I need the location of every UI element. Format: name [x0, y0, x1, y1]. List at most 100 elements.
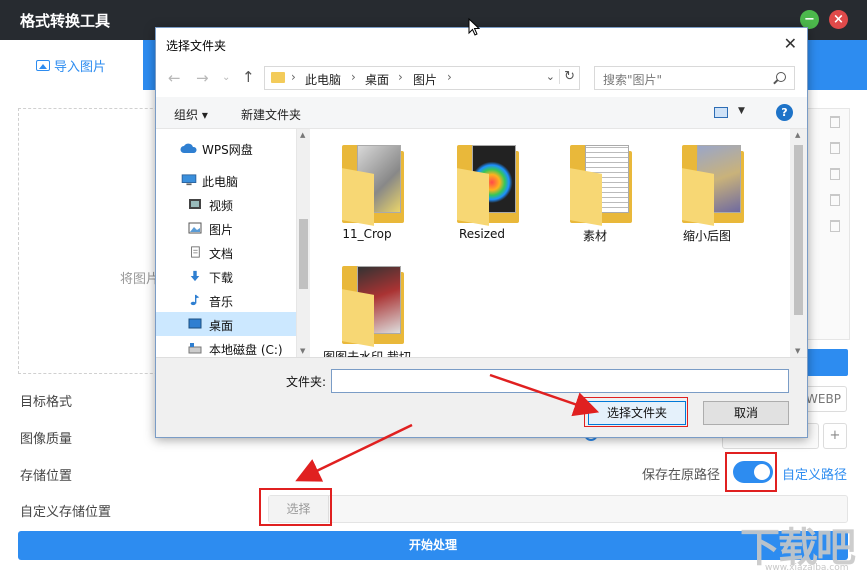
breadcrumb-item[interactable]: 桌面 [365, 71, 389, 88]
files-scrollbar[interactable]: ▲ ▼ [790, 129, 807, 357]
folder-item[interactable]: 缩小后图 [657, 141, 757, 251]
folder-item[interactable]: 素材 [545, 141, 645, 251]
address-row: ← → ⌄ ↑ › 此电脑 › 桌面 › 图片 › ⌄ ↻ 搜索"图片" [156, 63, 807, 93]
video-icon [189, 199, 201, 209]
scroll-up-icon[interactable]: ▲ [795, 131, 800, 139]
nav-item-label: 音乐 [209, 295, 234, 309]
scroll-thumb[interactable] [299, 219, 308, 289]
delete-icon[interactable] [830, 142, 840, 154]
import-images-label: 导入图片 [54, 60, 107, 75]
picture-icon [188, 222, 202, 234]
nav-item-music[interactable]: 音乐 [156, 288, 296, 312]
view-mode-icon[interactable] [714, 107, 728, 118]
delete-icon[interactable] [830, 220, 840, 232]
cancel-button[interactable]: 取消 [703, 401, 789, 425]
scroll-thumb[interactable] [794, 145, 803, 315]
music-icon [190, 294, 200, 306]
folder-item[interactable]: Resized [432, 141, 532, 251]
chevron-down-icon[interactable]: ⌄ [546, 70, 555, 83]
breadcrumb-item[interactable]: 此电脑 [305, 71, 341, 88]
back-arrow-icon[interactable]: ← [168, 69, 181, 87]
nav-item-label: 此电脑 [202, 175, 239, 189]
help-icon[interactable]: ? [776, 104, 793, 121]
scroll-down-icon[interactable]: ▼ [300, 347, 305, 355]
search-input[interactable]: 搜索"图片" [594, 66, 795, 90]
up-arrow-icon[interactable]: ↑ [242, 68, 255, 86]
folder-item[interactable]: 11_Crop [317, 141, 417, 251]
scroll-up-icon[interactable]: ▲ [300, 131, 305, 139]
search-icon [776, 72, 786, 82]
dialog-title: 选择文件夹 [166, 39, 227, 53]
folder-icon-front [342, 168, 374, 226]
import-images-tab[interactable]: 导入图片 [36, 56, 106, 75]
dialog-close-button[interactable]: ✕ [784, 34, 797, 53]
folder-name: 图图去水印 裁切 [323, 350, 411, 357]
command-bar: 组织 ▾ 新建文件夹 ▼ ? [156, 97, 807, 129]
folder-icon-front [682, 168, 714, 226]
highlight-toggle [725, 452, 777, 492]
nav-item-label: WPS网盘 [202, 143, 253, 157]
nav-item-label: 下载 [209, 271, 234, 285]
chevron-right-icon: › [351, 70, 356, 84]
nav-item-label: 桌面 [209, 319, 234, 333]
drop-hint: 将图片 [120, 272, 160, 287]
desktop-icon [188, 318, 202, 329]
address-bar[interactable]: › 此电脑 › 桌面 › 图片 › ⌄ ↻ [264, 66, 580, 90]
folder-name: 缩小后图 [682, 229, 731, 243]
refresh-icon[interactable]: ↻ [559, 69, 575, 84]
nav-item-wps-cloud[interactable]: WPS网盘 [156, 136, 296, 160]
nav-item-downloads[interactable]: 下载 [156, 264, 296, 288]
nav-scrollbar[interactable]: ▲ ▼ [296, 129, 310, 357]
nav-item-label: 本地磁盘 (C:) [209, 343, 283, 357]
custom-path-link[interactable]: 自定义路径 [782, 464, 847, 483]
nav-item-documents[interactable]: 文档 [156, 240, 296, 264]
app-title: 格式转换工具 [20, 12, 111, 30]
breadcrumb-item[interactable]: 图片 [413, 71, 437, 88]
chevron-right-icon: › [447, 70, 452, 84]
folder-icon-front [457, 168, 489, 226]
folder-icon [271, 72, 285, 83]
delete-icon[interactable] [830, 168, 840, 180]
search-placeholder: 搜索"图片" [603, 73, 663, 87]
folder-icon-front [570, 168, 602, 226]
file-list-panel [805, 108, 850, 340]
highlight-choose-button [259, 488, 332, 526]
recent-dropdown-icon[interactable]: ⌄ [222, 72, 230, 83]
chevron-right-icon: › [291, 70, 296, 84]
close-app-button[interactable]: × [829, 10, 848, 29]
nav-item-pictures[interactable]: 图片 [156, 216, 296, 240]
quality-label: 图像质量 [20, 432, 73, 447]
folder-name: Resized [458, 227, 506, 241]
computer-icon [181, 174, 197, 186]
navigation-pane: WPS网盘 此电脑 视频 图片 文档 下载 音乐 桌面 本地磁盘 (C:) [156, 129, 296, 357]
nav-item-this-pc[interactable]: 此电脑 [156, 168, 296, 192]
keep-original-path-label: 保存在原路径 [642, 468, 721, 483]
storage-location-label: 存储位置 [20, 469, 73, 484]
quality-plus-button[interactable]: + [823, 423, 847, 449]
folder-name-input[interactable] [331, 369, 789, 393]
image-drop-zone[interactable] [18, 108, 168, 374]
folder-item[interactable]: 图图去水印 裁切 [317, 262, 417, 357]
nav-item-label: 视频 [209, 199, 234, 213]
scroll-down-icon[interactable]: ▼ [795, 347, 800, 355]
dialog-footer: 文件夹: 选择文件夹 取消 [156, 357, 807, 437]
watermark-url: www.xiazaiba.com [765, 563, 849, 573]
forward-arrow-icon[interactable]: → [196, 69, 209, 87]
organize-menu[interactable]: 组织 ▾ [174, 106, 208, 123]
folder-name: 11_Crop [342, 227, 392, 241]
download-icon [190, 270, 200, 282]
nav-item-videos[interactable]: 视频 [156, 192, 296, 216]
delete-icon[interactable] [830, 194, 840, 206]
add-button[interactable] [805, 349, 848, 376]
delete-icon[interactable] [830, 116, 840, 128]
document-icon [191, 246, 200, 258]
select-folder-dialog: 选择文件夹 ✕ ← → ⌄ ↑ › 此电脑 › 桌面 › 图片 › ⌄ ↻ 搜索… [155, 27, 808, 438]
start-processing-button[interactable]: 开始处理 [18, 531, 848, 560]
folder-icon-front [342, 289, 374, 347]
nav-item-local-disk-c[interactable]: 本地磁盘 (C:) [156, 336, 296, 357]
nav-item-desktop[interactable]: 桌面 [156, 312, 296, 336]
mouse-cursor-icon [468, 18, 480, 36]
view-dropdown-icon[interactable]: ▼ [738, 106, 745, 116]
cloud-icon [180, 143, 197, 153]
new-folder-button[interactable]: 新建文件夹 [241, 106, 301, 123]
